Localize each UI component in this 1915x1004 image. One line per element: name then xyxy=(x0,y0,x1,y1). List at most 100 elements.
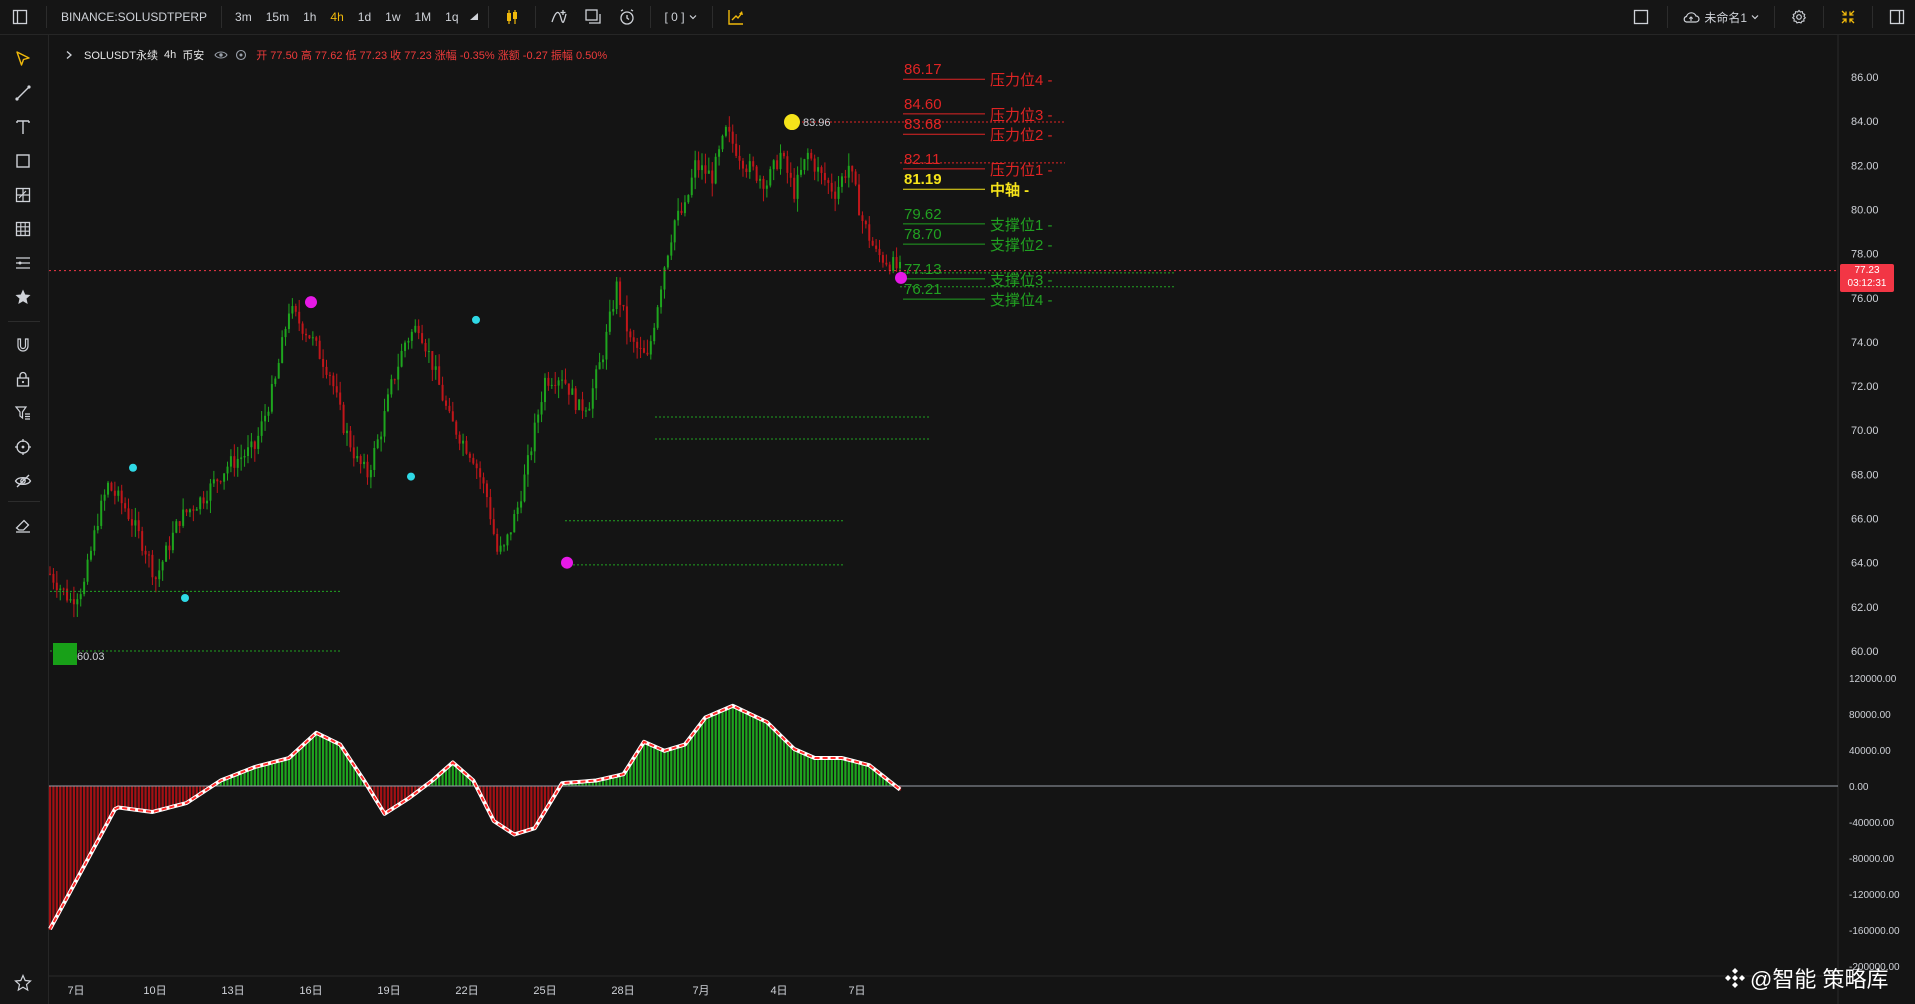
candle-body xyxy=(137,520,140,532)
candle-body xyxy=(332,375,335,387)
candle-body xyxy=(390,379,393,395)
candle-body xyxy=(66,588,69,601)
legend-interval: 4h xyxy=(163,49,177,61)
candle-body xyxy=(141,531,144,551)
signal-marker xyxy=(181,594,189,603)
candle-body xyxy=(765,185,768,189)
candle-body xyxy=(523,474,526,502)
candle-body xyxy=(636,341,639,348)
candle-body xyxy=(229,456,232,467)
candle-body xyxy=(291,306,294,314)
candle-body xyxy=(465,440,468,454)
candle-body xyxy=(349,430,352,448)
candle-body xyxy=(741,160,744,169)
candle-body xyxy=(69,599,72,601)
candle-body xyxy=(298,311,301,324)
price-tick: 64.00 xyxy=(1851,558,1879,570)
candle-body xyxy=(878,248,881,256)
macd-tick: 80000.00 xyxy=(1849,710,1891,721)
time-tick: 13日 xyxy=(221,985,244,997)
candle-body xyxy=(564,379,567,384)
candle-body xyxy=(776,160,779,170)
candle-body xyxy=(308,335,311,339)
candle-body xyxy=(489,497,492,520)
candle-body xyxy=(386,394,389,412)
macd-tick: 40000.00 xyxy=(1849,746,1891,757)
candle-body xyxy=(492,519,495,534)
candle-body xyxy=(513,514,516,533)
signal-marker xyxy=(407,472,415,481)
candle-body xyxy=(383,411,386,437)
candle-body xyxy=(649,341,652,355)
candle-body xyxy=(264,415,267,422)
candle-body xyxy=(520,501,523,508)
candle-body xyxy=(656,307,659,328)
candle-body xyxy=(711,170,714,184)
candle-body xyxy=(602,359,605,363)
time-axis[interactable]: 7日 10日 13日 16日 19日 22日 25日 28日 7月 4日 7日 xyxy=(67,985,865,997)
macd-tick: -160000.00 xyxy=(1849,926,1900,937)
candle-body xyxy=(745,168,748,173)
price-axis[interactable]: 86.00 84.00 82.00 80.00 78.00 76.00 74.00 72.00… xyxy=(1851,72,1879,658)
settings-gear-icon[interactable] xyxy=(234,49,248,61)
candle-body xyxy=(547,377,550,386)
candle-body xyxy=(168,545,171,551)
candle-body xyxy=(380,436,383,440)
candle-body xyxy=(755,166,758,181)
candle-body xyxy=(598,362,601,370)
candle-body xyxy=(503,545,506,547)
candle-body xyxy=(260,421,263,436)
candle-body xyxy=(762,178,765,189)
candle-body xyxy=(533,422,536,452)
candle-body xyxy=(704,165,707,174)
candle-body xyxy=(479,468,482,478)
candle-body xyxy=(328,374,331,376)
candle-body xyxy=(543,377,546,403)
level-price: 81.19 xyxy=(904,171,942,188)
candle-body xyxy=(462,440,465,444)
candle-body xyxy=(441,384,444,401)
candle-body xyxy=(499,545,502,552)
candle-body xyxy=(800,169,803,175)
candle-body xyxy=(236,458,239,468)
macd-histogram xyxy=(48,703,1838,930)
swing-high-marker xyxy=(305,296,317,309)
candle-body xyxy=(434,366,437,370)
level-label: 支撑位2 - xyxy=(990,237,1053,254)
candle-body xyxy=(629,331,632,338)
candle-body xyxy=(79,594,82,600)
candle-body xyxy=(612,309,615,312)
candle-body xyxy=(793,177,796,199)
candle-body xyxy=(376,439,379,449)
candle-body xyxy=(113,490,116,496)
watermark: @智能 策略库 xyxy=(1722,962,1888,994)
candle-body xyxy=(363,461,366,465)
watermark-text: @智能 策略库 xyxy=(1750,967,1889,992)
candle-body xyxy=(899,261,901,269)
current-price-value: 77.23 xyxy=(1854,265,1880,276)
candle-body xyxy=(352,447,355,459)
candle-body xyxy=(868,224,871,241)
candle-body xyxy=(458,434,461,444)
chevron-right-icon[interactable] xyxy=(64,50,74,60)
level-label: 中轴 - xyxy=(990,181,1029,199)
price-chart[interactable]: 86.17 压力位4 - 84.60 压力位3 - 83.68 压力位2 - 82.11 压力… xyxy=(0,0,1915,1004)
level-label: 压力位2 - xyxy=(990,127,1053,144)
current-price-tag: 77.23 03:12:31 xyxy=(1840,264,1894,292)
candle-body xyxy=(103,494,106,501)
price-tick: 60.00 xyxy=(1851,646,1879,658)
candle-body xyxy=(550,384,553,386)
price-tick: 66.00 xyxy=(1851,514,1879,526)
candle-body xyxy=(881,255,884,263)
candle-body xyxy=(59,588,62,591)
candle-body xyxy=(250,441,253,448)
visibility-eye-icon[interactable] xyxy=(214,50,228,60)
candle-body xyxy=(738,155,741,161)
candle-body xyxy=(127,508,130,520)
candle-body xyxy=(581,399,584,411)
bar-countdown: 03:12:31 xyxy=(1847,278,1887,289)
candle-body xyxy=(49,573,51,575)
candle-body xyxy=(226,466,229,474)
candle-body xyxy=(827,180,830,183)
price-tick: 82.00 xyxy=(1851,160,1879,172)
